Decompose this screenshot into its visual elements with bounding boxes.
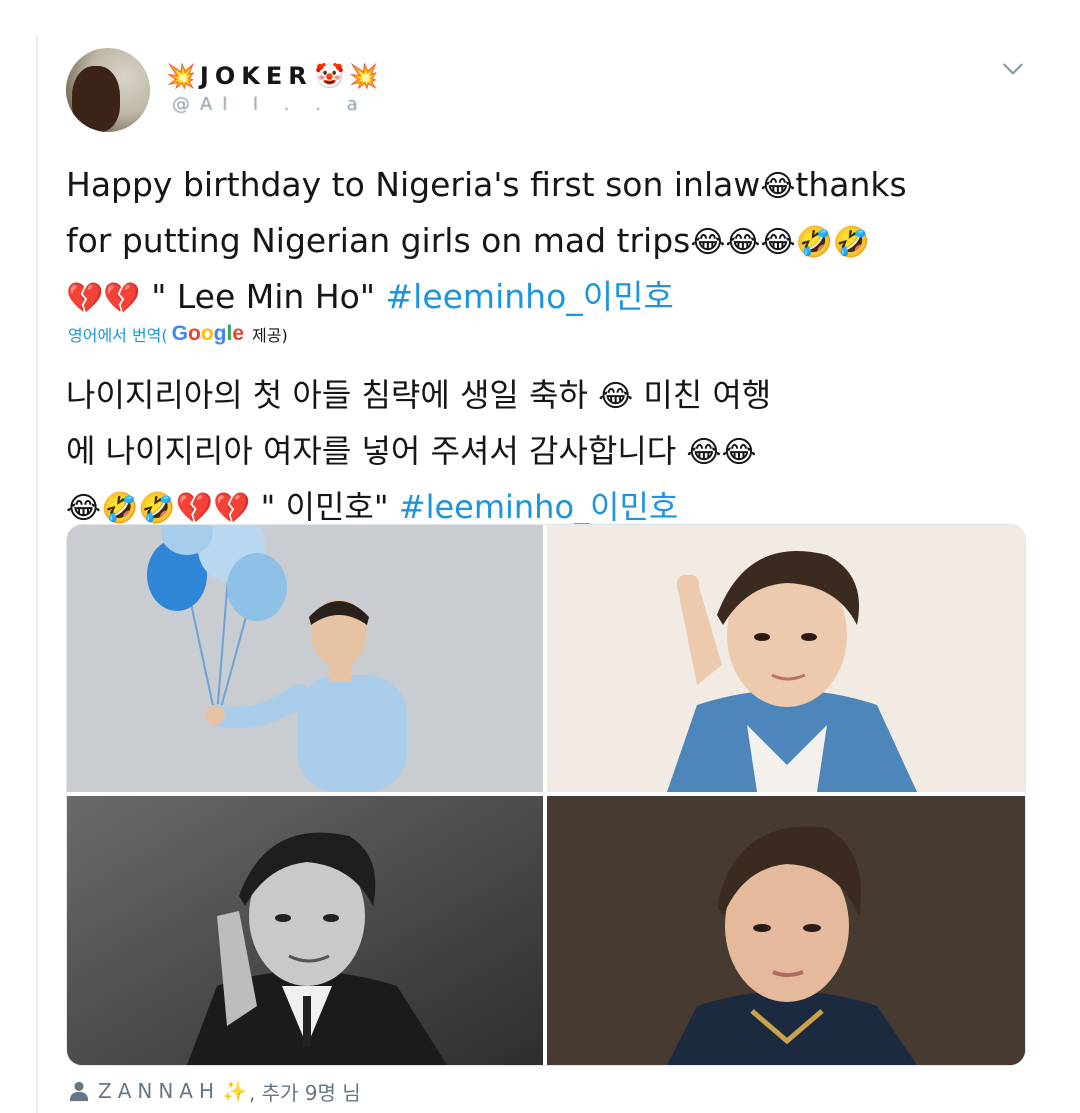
clown-emoji-icon: 🤡 xyxy=(314,62,345,90)
laughing-emoji-icon: 😂 xyxy=(760,169,796,204)
photo-monochrome[interactable] xyxy=(67,796,543,1065)
chevron-down-icon[interactable] xyxy=(1000,56,1026,82)
broken-heart-emoji-icon: 💔💔 xyxy=(66,281,141,316)
display-name-text: JOKER xyxy=(199,62,313,90)
translated-text-line: 나이지리아의 첫 아들 침략에 생일 축하 😂 미친 여행 xyxy=(66,368,1026,424)
laughing-emoji-icon: 😂 xyxy=(598,379,634,414)
google-logo-letter: o xyxy=(188,322,201,345)
google-logo-letter: G xyxy=(171,322,188,345)
translated-text: 나이지리아의 첫 아들 침략에 생일 축하 😂 미친 여행 에 나이지리아 여자… xyxy=(66,368,1026,536)
hashtag-link[interactable]: #leeminho_이민호 xyxy=(386,277,674,316)
translated-text-segment: 미친 여행 xyxy=(633,376,772,414)
google-logo: Google xyxy=(172,322,244,346)
translated-text-segment: 나이지리아의 첫 아들 침략에 생일 축하 xyxy=(66,376,599,414)
google-logo-letter: g xyxy=(213,322,227,345)
translated-text-segment: " 이민호" xyxy=(250,488,399,526)
translation-label: 영어에서 번역( xyxy=(68,326,168,345)
burst-emoji-icon-trailing: 💥 xyxy=(348,62,379,90)
photo-uniform-image xyxy=(547,796,1025,1065)
tweet-text-segment: thanks xyxy=(795,165,907,204)
sparkle-emoji-icon: ✨ xyxy=(222,1079,247,1103)
photo-balloons[interactable] xyxy=(67,525,543,792)
person-icon xyxy=(69,1081,89,1102)
tweet-text-line: 💔💔 " Lee Min Ho" #leeminho_이민호 xyxy=(66,270,1026,326)
photo-grid xyxy=(66,524,1026,1066)
translation-attribution[interactable]: 영어에서 번역( Google 제공) xyxy=(68,322,288,346)
burst-emoji-icon: 💥 xyxy=(166,62,196,90)
translation-suffix: 제공) xyxy=(252,326,288,345)
hashtag-link[interactable]: #leeminho_이민호 xyxy=(399,488,679,526)
tweet-text-segment: Happy birthday to Nigeria's first son in… xyxy=(66,165,761,204)
tweet-text-line: Happy birthday to Nigeria's first son in… xyxy=(66,158,1026,214)
tweet-text-segment: " Lee Min Ho" xyxy=(140,277,386,316)
tagged-user-name[interactable]: ZANNAH xyxy=(98,1079,220,1103)
tagged-users-suffix: , 추가 9명 님 xyxy=(248,1080,361,1105)
google-logo-letter: o xyxy=(200,322,214,345)
laughing-emoji-icon: 😂😂😂🤣🤣 xyxy=(690,225,871,260)
tweet-card[interactable]: 💥 JOKER 🤡 💥 @Al l . . a Happy birthday t… xyxy=(36,36,1058,1113)
photo-salute-image xyxy=(547,525,1025,792)
tweet-text-line: for putting Nigerian girls on mad trips😂… xyxy=(66,214,1026,270)
avatar-face xyxy=(72,66,120,132)
photo-monochrome-image xyxy=(67,796,543,1065)
photo-salute[interactable] xyxy=(547,525,1025,792)
photo-uniform[interactable] xyxy=(547,796,1025,1065)
avatar[interactable] xyxy=(66,48,150,132)
display-name[interactable]: 💥 JOKER 🤡 💥 xyxy=(166,56,378,96)
translated-text-segment: 에 나이지리아 여자를 넣어 주셔서 감사합니다 xyxy=(66,432,687,470)
tweet-text-segment: for putting Nigerian girls on mad trips xyxy=(66,221,691,260)
translated-text-line: 에 나이지리아 여자를 넣어 주셔서 감사합니다 😂😂 xyxy=(66,424,1026,480)
laughing-emoji-icon: 😂😂 xyxy=(686,435,757,470)
photo-balloons-image xyxy=(67,525,543,792)
tagged-users[interactable]: ZANNAH ✨ , 추가 9명 님 xyxy=(68,1076,361,1106)
user-handle[interactable]: @Al l . . a xyxy=(172,94,368,116)
laughing-emoji-icon: 😂🤣🤣💔💔 xyxy=(66,491,251,526)
tweet-text: Happy birthday to Nigeria's first son in… xyxy=(66,158,1026,326)
google-logo-letter: e xyxy=(232,322,245,345)
